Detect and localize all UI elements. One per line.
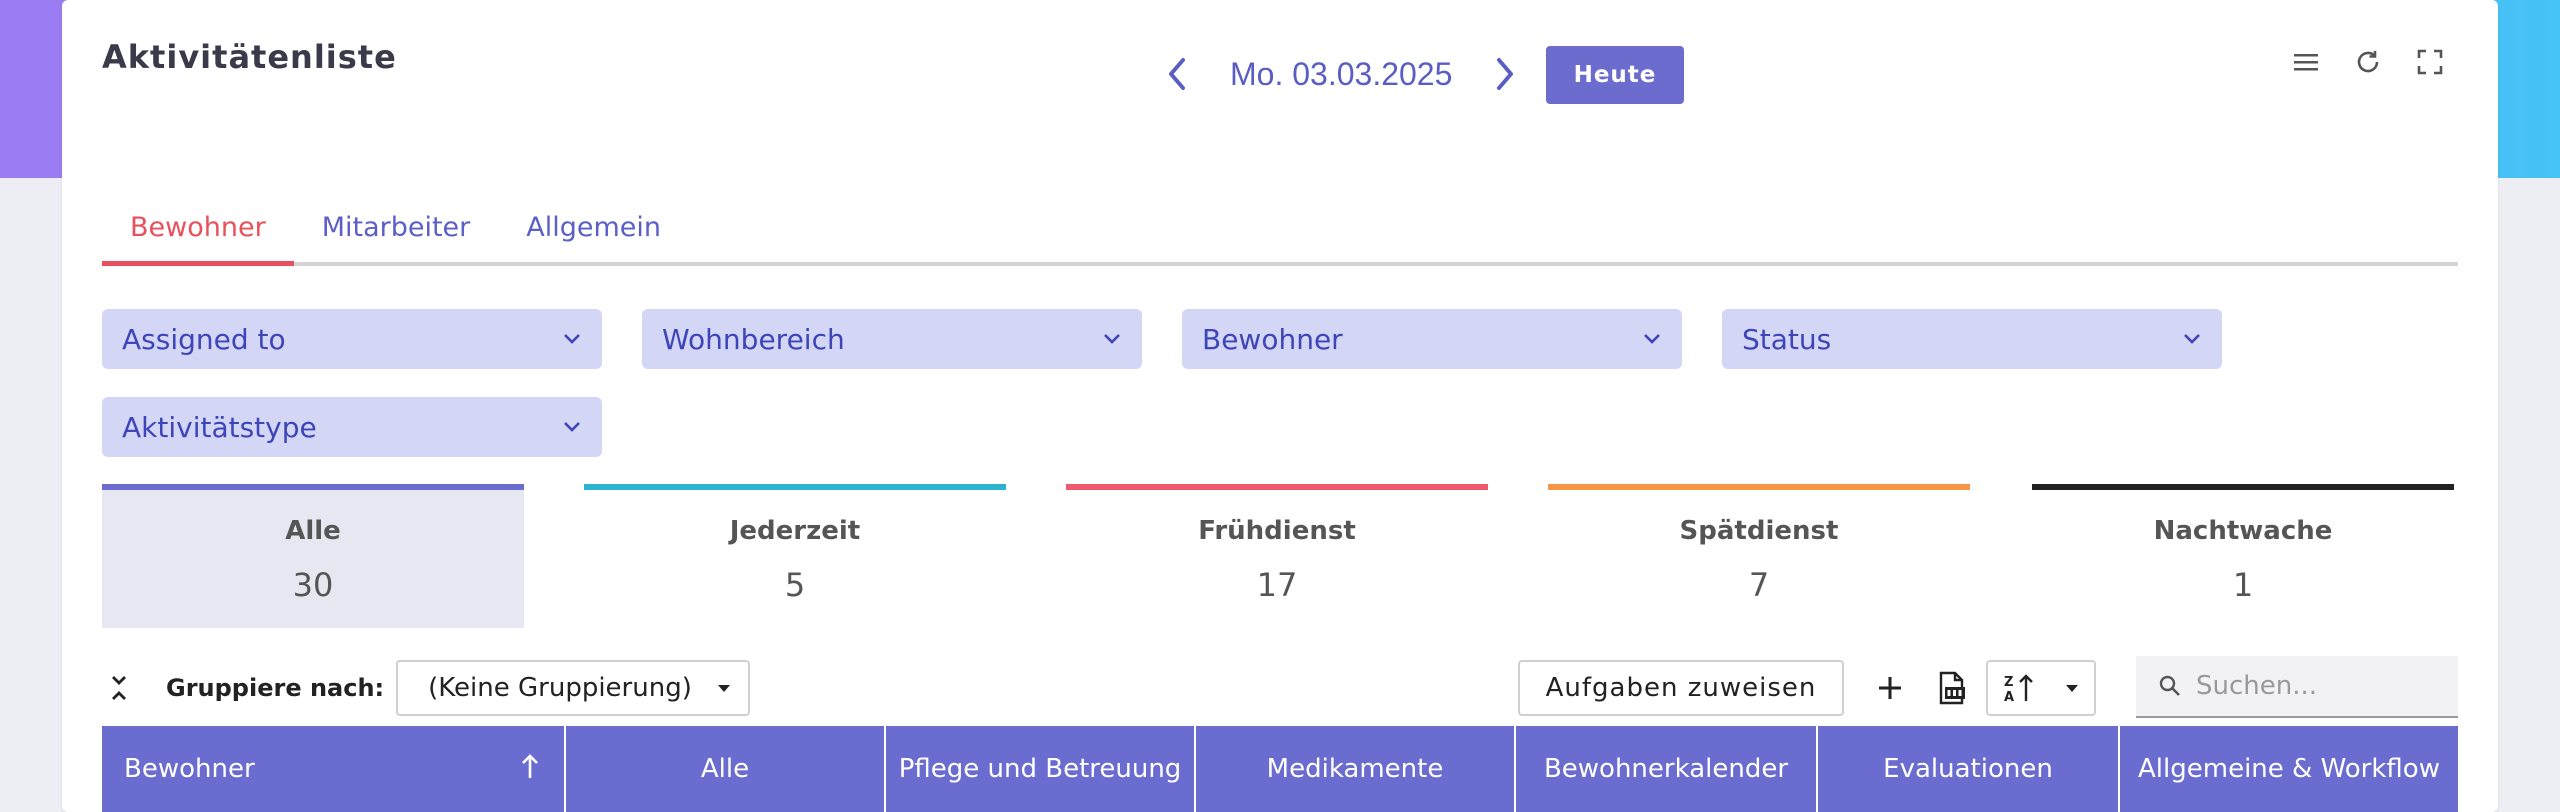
card-toolbar — [2290, 46, 2446, 78]
shift-count: 7 — [1748, 566, 1770, 604]
shift-name: Nachtwache — [2153, 516, 2333, 546]
column-label: Bewohner — [124, 754, 255, 784]
column-header-medikamente[interactable]: Medikamente — [1196, 726, 1516, 812]
column-header-allgemeine-workflow[interactable]: Allgemeine & Workflow — [2120, 726, 2458, 812]
shift-stat-jederzeit[interactable]: Jederzeit 5 — [584, 484, 1006, 628]
filter-aktivitaetstype[interactable]: Aktivitätstype — [102, 397, 602, 457]
column-header-bewohner[interactable]: Bewohner — [102, 726, 566, 812]
fullscreen-icon — [2417, 49, 2443, 75]
chevron-down-icon — [1104, 334, 1120, 344]
shift-color-bar — [102, 484, 524, 490]
shift-name: Alle — [285, 516, 341, 546]
chevron-down-icon — [564, 422, 580, 432]
search-box — [2136, 656, 2458, 718]
today-button[interactable]: Heute — [1546, 46, 1684, 104]
assign-tasks-button[interactable]: Aufgaben zuweisen — [1518, 660, 1844, 716]
group-by-value: (Keine Gruppierung) — [428, 673, 692, 703]
shift-name: Frühdienst — [1198, 516, 1356, 546]
shift-name: Jederzeit — [729, 516, 861, 546]
shift-color-bar — [1066, 484, 1488, 490]
hamburger-menu-icon — [2294, 54, 2318, 71]
filter-bewohner[interactable]: Bewohner — [1182, 309, 1682, 369]
filter-label: Bewohner — [1202, 322, 1343, 356]
refresh-icon — [2357, 51, 2379, 73]
sort-alpha-icon: ZA — [2004, 674, 2033, 704]
filter-wohnbereich[interactable]: Wohnbereich — [642, 309, 1142, 369]
svg-text:A: A — [2004, 690, 2014, 704]
column-label: Alle — [700, 754, 750, 784]
current-date[interactable]: Mo. 03.03.2025 — [1230, 56, 1452, 93]
shift-count: 1 — [2232, 566, 2254, 604]
column-header-bewohnerkalender[interactable]: Bewohnerkalender — [1516, 726, 1818, 812]
filter-label: Wohnbereich — [662, 322, 845, 356]
tab-mitarbeiter[interactable]: Mitarbeiter — [294, 206, 499, 266]
column-label: Pflege und Betreuung — [898, 754, 1182, 784]
sort-ascending-icon — [522, 754, 538, 778]
column-label: Medikamente — [1266, 754, 1444, 784]
tab-allgemein[interactable]: Allgemein — [498, 206, 689, 266]
column-header-evaluationen[interactable]: Evaluationen — [1818, 726, 2120, 812]
shift-name: Spätdienst — [1679, 516, 1839, 546]
shift-count: 5 — [784, 566, 806, 604]
tab-bewohner[interactable]: Bewohner — [102, 206, 294, 266]
search-icon — [2159, 675, 2180, 696]
shift-count: 30 — [292, 566, 334, 604]
page-title: Aktivitätenliste — [102, 38, 397, 76]
grouping-control: Gruppiere nach: (Keine Gruppierung) — [102, 660, 751, 716]
group-by-select[interactable]: (Keine Gruppierung) — [396, 660, 751, 716]
svg-text:Z: Z — [2004, 675, 2013, 690]
next-day-button[interactable] — [1480, 44, 1530, 104]
chevron-down-icon — [1644, 334, 1660, 344]
search-input[interactable] — [2196, 671, 2436, 701]
table-header: Bewohner Alle Pflege und Betreuung Medik… — [102, 726, 2458, 812]
caret-down-icon — [2066, 685, 2078, 692]
shift-stat-spaetdienst[interactable]: Spätdienst 7 — [1548, 484, 1970, 628]
collapse-all-button[interactable] — [102, 671, 136, 705]
sort-button[interactable]: ZA — [1986, 660, 2096, 716]
chevron-left-icon — [1169, 58, 1185, 90]
filter-status[interactable]: Status — [1722, 309, 2222, 369]
date-navigator: Mo. 03.03.2025 — [1152, 44, 1530, 104]
filter-label: Status — [1742, 322, 1832, 356]
menu-button[interactable] — [2290, 46, 2322, 78]
group-by-label: Gruppiere nach: — [166, 674, 385, 702]
tab-bar: Bewohner Mitarbeiter Allgemein — [102, 206, 2458, 266]
collapse-icon — [112, 676, 126, 700]
shift-color-bar — [584, 484, 1006, 490]
column-header-pflege[interactable]: Pflege und Betreuung — [886, 726, 1196, 812]
column-label: Bewohnerkalender — [1543, 754, 1789, 784]
filter-assigned-to[interactable]: Assigned to — [102, 309, 602, 369]
add-button[interactable] — [1866, 664, 1914, 712]
previous-day-button[interactable] — [1152, 44, 1202, 104]
activity-list-card: Aktivitätenliste Mo. 03.03.2025 Heute Be… — [62, 0, 2498, 812]
shift-color-bar — [2032, 484, 2454, 490]
shift-stat-nachtwache[interactable]: Nachtwache 1 — [2032, 484, 2454, 628]
shift-stat-fruehdienst[interactable]: Frühdienst 17 — [1066, 484, 1488, 628]
chevron-down-icon — [2184, 334, 2200, 344]
export-csv-button[interactable] — [1928, 664, 1976, 712]
chevron-down-icon — [564, 334, 580, 344]
plus-icon — [1879, 677, 1901, 699]
shift-stat-alle[interactable]: Alle 30 — [102, 484, 524, 628]
filter-label: Aktivitätstype — [122, 410, 317, 444]
caret-down-icon — [718, 685, 731, 692]
column-header-alle[interactable]: Alle — [566, 726, 886, 812]
fullscreen-button[interactable] — [2414, 46, 2446, 78]
shift-color-bar — [1548, 484, 1970, 490]
filter-label: Assigned to — [122, 322, 286, 356]
column-label: Evaluationen — [1883, 754, 2053, 784]
chevron-right-icon — [1497, 58, 1514, 90]
shift-count: 17 — [1256, 566, 1298, 604]
csv-file-icon — [1939, 671, 1965, 705]
refresh-button[interactable] — [2352, 46, 2384, 78]
column-label: Allgemeine & Workflow — [2138, 754, 2440, 784]
